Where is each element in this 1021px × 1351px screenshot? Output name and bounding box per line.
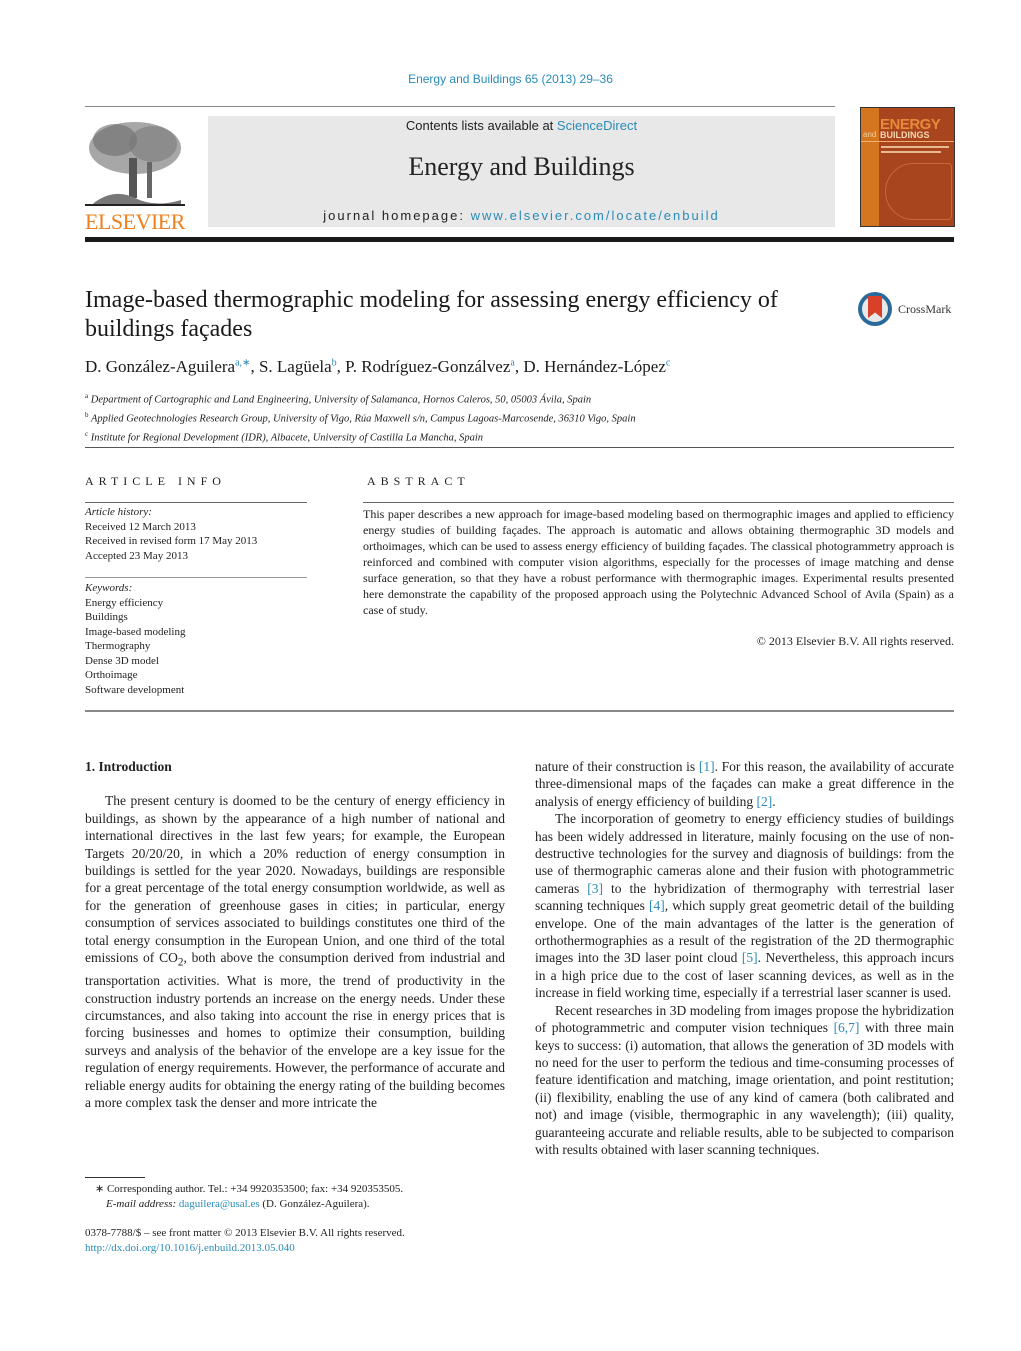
- author-name[interactable]: D. Hernández-López: [523, 357, 666, 376]
- running-head[interactable]: Energy and Buildings 65 (2013) 29–36: [0, 72, 1021, 86]
- citation-link[interactable]: [4]: [649, 898, 665, 913]
- affil-label: a: [85, 392, 89, 400]
- paragraph-text: with three main keys to success: (i) aut…: [535, 1020, 954, 1157]
- affil-text: Applied Geotechnologies Research Group, …: [90, 413, 636, 425]
- keyword: Software development: [85, 683, 185, 696]
- cover-strip: [861, 108, 879, 226]
- contents-prefix: Contents lists available at: [405, 118, 557, 133]
- article-info-heading: ARTICLE INFO: [85, 474, 226, 488]
- keywords-rule: [85, 577, 307, 578]
- homepage-link[interactable]: www.elsevier.com/locate/enbuild: [471, 208, 720, 223]
- keyword: Energy efficiency: [85, 596, 164, 609]
- section-heading: 1. Introduction: [85, 759, 172, 774]
- section-rule: [85, 447, 954, 448]
- keyword: Image-based modeling: [85, 625, 186, 638]
- paragraph-text: nature of their construction is: [535, 759, 699, 774]
- paragraph-text: The present century is doomed to be the …: [85, 793, 505, 966]
- affil-label: b: [85, 411, 89, 419]
- author-list: D. González-Aguileraa,∗, S. Lagüelab, P.…: [85, 357, 671, 376]
- homepage-prefix: journal homepage:: [323, 208, 471, 223]
- history-item: Received 12 March 2013: [85, 520, 196, 533]
- paragraph: nature of their construction is [1]. For…: [535, 758, 954, 810]
- email-link[interactable]: daguilera@usal.es: [179, 1198, 260, 1210]
- citation-link[interactable]: [1]: [699, 759, 715, 774]
- affil-text: Department of Cartographic and Land Engi…: [90, 394, 592, 406]
- front-matter-rule: [85, 710, 954, 712]
- article-title: Image-based thermographic modeling for a…: [85, 287, 778, 342]
- email-label: E-mail address:: [106, 1197, 177, 1210]
- elsevier-wordmark: ELSEVIER: [85, 209, 185, 234]
- header-thick-rule: [85, 237, 954, 242]
- author-name[interactable]: P. Rodríguez-Gonzálvez: [345, 357, 510, 376]
- keyword: Buildings: [85, 611, 128, 623]
- affiliations: a Department of Cartographic and Land En…: [85, 389, 965, 446]
- paragraph: The present century is doomed to be the …: [85, 792, 505, 1111]
- cover-subtitle-line: [881, 146, 949, 148]
- masthead: Contents lists available at ScienceDirec…: [208, 116, 835, 227]
- cover-line: [861, 141, 954, 142]
- keyword: Dense 3D model: [85, 654, 159, 667]
- crossmark-button[interactable]: CrossMark: [858, 292, 958, 328]
- footnote-rule: [85, 1177, 145, 1178]
- body-column-right: nature of their construction is [1]. For…: [535, 758, 954, 1158]
- author-affil-sup[interactable]: a: [510, 357, 514, 368]
- history-item: Accepted 23 May 2013: [85, 549, 188, 562]
- article-history: Article history: Received 12 March 2013 …: [85, 505, 257, 563]
- keyword: Thermography: [85, 640, 151, 652]
- author-name[interactable]: S. Lagüela: [259, 357, 332, 376]
- keywords: Keywords: Energy efficiency Buildings Im…: [85, 581, 186, 697]
- front-matter: 0378-7788/$ – see front matter © 2013 El…: [85, 1226, 515, 1255]
- author-name[interactable]: D. González-Aguilera: [85, 357, 235, 376]
- front-matter-notice: 0378-7788/$ – see front matter © 2013 El…: [85, 1227, 405, 1239]
- keywords-label: Keywords:: [85, 582, 133, 594]
- header-rule: [85, 106, 835, 107]
- sciencedirect-link[interactable]: ScienceDirect: [557, 118, 637, 133]
- paragraph: Recent researches in 3D modeling from im…: [535, 1002, 954, 1159]
- doi-link[interactable]: http://dx.doi.org/10.1016/j.enbuild.2013…: [85, 1241, 515, 1256]
- tree-icon: [85, 122, 185, 206]
- cover-graphic: [885, 163, 952, 220]
- cover-subtitle-line: [881, 151, 941, 153]
- author-affil-sup[interactable]: b: [332, 357, 337, 368]
- history-item: Received in revised form 17 May 2013: [85, 535, 258, 547]
- citation-link[interactable]: [5]: [742, 950, 758, 965]
- article-info-rule: [85, 502, 307, 503]
- corresponding-author-note: ∗ Corresponding author. Tel.: +34 992035…: [95, 1183, 404, 1195]
- abstract-text: This paper describes a new approach for …: [363, 507, 954, 617]
- cover-and: and: [863, 130, 877, 139]
- author-affil-sup[interactable]: a,∗: [235, 357, 250, 368]
- affiliation: c Institute for Regional Development (ID…: [85, 427, 965, 446]
- abstract-heading: ABSTRACT: [367, 474, 470, 488]
- email-note: E-mail address: daguilera@usal.es (D. Go…: [85, 1197, 515, 1212]
- affil-text: Institute for Regional Development (IDR)…: [90, 432, 484, 444]
- affil-label: c: [85, 430, 89, 438]
- citation-link[interactable]: [6,7]: [834, 1020, 860, 1035]
- crossmark-label: CrossMark: [898, 302, 952, 316]
- abstract-copyright: © 2013 Elsevier B.V. All rights reserved…: [756, 634, 954, 648]
- footnote: ∗ Corresponding author. Tel.: +34 992035…: [85, 1182, 515, 1211]
- history-label: Article history:: [85, 506, 152, 518]
- paragraph: The incorporation of geometry to energy …: [535, 810, 954, 1001]
- email-suffix: (D. González-Aguilera).: [259, 1197, 370, 1210]
- cover-buildings: BUILDINGS: [880, 130, 930, 140]
- abstract-rule: [363, 502, 954, 503]
- body-column-left: 1. Introduction The present century is d…: [85, 758, 505, 1111]
- author-affil-sup[interactable]: c: [666, 357, 670, 368]
- citation-link[interactable]: [2]: [756, 794, 772, 809]
- homepage-line: journal homepage: www.elsevier.com/locat…: [208, 208, 835, 223]
- citation-link[interactable]: [3]: [587, 881, 603, 896]
- journal-title: Energy and Buildings: [408, 152, 635, 181]
- keyword: Orthoimage: [85, 669, 138, 681]
- elsevier-logo[interactable]: ELSEVIER: [85, 118, 185, 233]
- paragraph-text: , both above the consumption derived fro…: [85, 950, 505, 1110]
- contents-line: Contents lists available at ScienceDirec…: [208, 118, 835, 133]
- affiliation: b Applied Geotechnologies Research Group…: [85, 408, 965, 427]
- affiliation: a Department of Cartographic and Land En…: [85, 389, 965, 408]
- journal-cover[interactable]: ENERGY and BUILDINGS: [860, 107, 955, 227]
- paragraph-text: .: [772, 793, 776, 809]
